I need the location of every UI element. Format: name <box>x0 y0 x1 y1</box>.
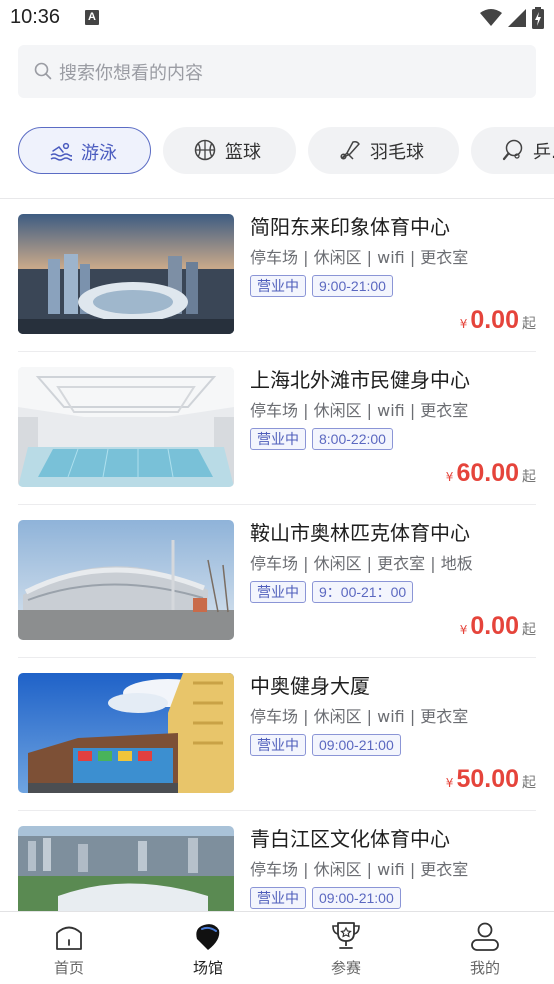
venue-photo <box>18 214 234 334</box>
currency-symbol: ¥ <box>445 776 454 790</box>
currency-symbol: ¥ <box>445 470 454 484</box>
search-input[interactable]: 搜索你想看的内容 <box>18 45 536 98</box>
venue-facilities: 停车场 | 休闲区 | wifi | 更衣室 <box>250 248 469 267</box>
tab-badminton[interactable]: 羽毛球 <box>308 127 459 174</box>
hours-badge: 9:00-21:00 <box>312 275 393 297</box>
price-suffix: 起 <box>522 775 536 791</box>
category-tabs: 游泳 篮球 羽毛球 乒... <box>18 127 554 174</box>
swim-icon <box>50 142 72 161</box>
venue-card[interactable]: 中奥健身大厦 停车场 | 休闲区 | wifi | 更衣室 营业中 09:00-… <box>18 658 536 811</box>
nav-profile[interactable]: 我的 <box>440 912 530 984</box>
tab-pingpong[interactable]: 乒... <box>471 127 554 174</box>
status-badge: 营业中 <box>250 275 306 297</box>
venue-card[interactable]: 上海北外滩市民健身中心 停车场 | 休闲区 | wifi | 更衣室 营业中 8… <box>18 352 536 505</box>
venue-name: 中奥健身大厦 <box>250 674 370 698</box>
currency-symbol: ¥ <box>459 317 468 331</box>
tab-label: 乒... <box>533 142 554 163</box>
status-bar: 10:36 A <box>0 0 554 38</box>
nav-label: 我的 <box>469 959 500 977</box>
venue-photo <box>18 826 234 911</box>
search-icon <box>34 62 52 80</box>
venue-price: ¥ 0.00 起 <box>460 612 536 641</box>
venue-facilities: 停车场 | 休闲区 | wifi | 更衣室 <box>250 401 469 420</box>
status-badge: 营业中 <box>250 581 306 603</box>
tab-label: 游泳 <box>81 143 117 164</box>
venue-name: 上海北外滩市民健身中心 <box>250 368 470 392</box>
venue-name: 简阳东来印象体育中心 <box>250 215 450 239</box>
status-time: 10:36 <box>10 6 61 28</box>
price-amount: 60.00 <box>456 459 519 487</box>
hours-badge: 09:00-21:00 <box>312 734 401 756</box>
signal-icon <box>508 9 526 27</box>
price-amount: 0.00 <box>470 306 519 334</box>
price-suffix: 起 <box>522 469 536 485</box>
venue-facilities: 停车场 | 休闲区 | 更衣室 | 地板 <box>250 554 473 573</box>
nav-venues[interactable]: 场馆 <box>163 912 253 984</box>
venue-list[interactable]: 简阳东来印象体育中心 停车场 | 休闲区 | wifi | 更衣室 营业中 9:… <box>0 199 554 911</box>
tab-basketball[interactable]: 篮球 <box>163 127 296 174</box>
venue-photo <box>18 520 234 640</box>
venue-card[interactable]: 简阳东来印象体育中心 停车场 | 休闲区 | wifi | 更衣室 营业中 9:… <box>18 199 536 352</box>
pingpong-icon <box>502 139 523 161</box>
nav-label: 首页 <box>53 959 84 977</box>
venue-facilities: 停车场 | 休闲区 | wifi | 更衣室 <box>250 860 469 879</box>
basketball-icon <box>194 139 216 161</box>
hours-badge: 8:00-22:00 <box>312 428 393 450</box>
status-badge: 营业中 <box>250 428 306 450</box>
badminton-icon <box>340 141 360 160</box>
venue-photo <box>18 673 234 793</box>
venue-name: 鞍山市奥林匹克体育中心 <box>250 521 470 545</box>
nav-home[interactable]: 首页 <box>24 912 114 984</box>
venue-facilities: 停车场 | 休闲区 | wifi | 更衣室 <box>250 707 469 726</box>
venue-icon <box>196 924 220 950</box>
tab-swimming[interactable]: 游泳 <box>18 127 151 174</box>
tab-label: 篮球 <box>225 142 261 163</box>
price-suffix: 起 <box>522 316 536 332</box>
venue-price: ¥ 50.00 起 <box>446 765 536 794</box>
venue-price: ¥ 0.00 起 <box>460 306 536 335</box>
profile-icon <box>471 922 499 951</box>
venue-photo <box>18 367 234 487</box>
hours-badge: 09:00-21:00 <box>312 887 401 909</box>
venue-price: ¥ 60.00 起 <box>446 459 536 488</box>
nav-label: 场馆 <box>192 959 223 977</box>
price-amount: 50.00 <box>456 765 519 793</box>
venue-name: 青白江区文化体育中心 <box>250 827 450 851</box>
currency-symbol: ¥ <box>459 623 468 637</box>
venue-card[interactable]: 青白江区文化体育中心 停车场 | 休闲区 | wifi | 更衣室 营业中 09… <box>18 811 536 911</box>
status-badge: 营业中 <box>250 887 306 909</box>
hours-badge: 9：00-21：00 <box>312 581 414 603</box>
tab-label: 羽毛球 <box>370 142 424 163</box>
venue-card[interactable]: 鞍山市奥林匹克体育中心 停车场 | 休闲区 | 更衣室 | 地板 营业中 9：0… <box>18 505 536 658</box>
trophy-icon <box>332 922 360 949</box>
notification-icon: A <box>85 10 99 25</box>
bottom-nav: 首页 场馆 参赛 我的 <box>0 911 554 984</box>
home-icon <box>56 926 82 950</box>
nav-compete[interactable]: 参赛 <box>301 912 391 984</box>
price-amount: 0.00 <box>470 612 519 640</box>
nav-label: 参赛 <box>330 959 361 977</box>
price-suffix: 起 <box>522 622 536 638</box>
status-badge: 营业中 <box>250 734 306 756</box>
search-placeholder: 搜索你想看的内容 <box>59 63 203 84</box>
wifi-icon <box>480 9 502 26</box>
battery-icon <box>532 7 544 29</box>
